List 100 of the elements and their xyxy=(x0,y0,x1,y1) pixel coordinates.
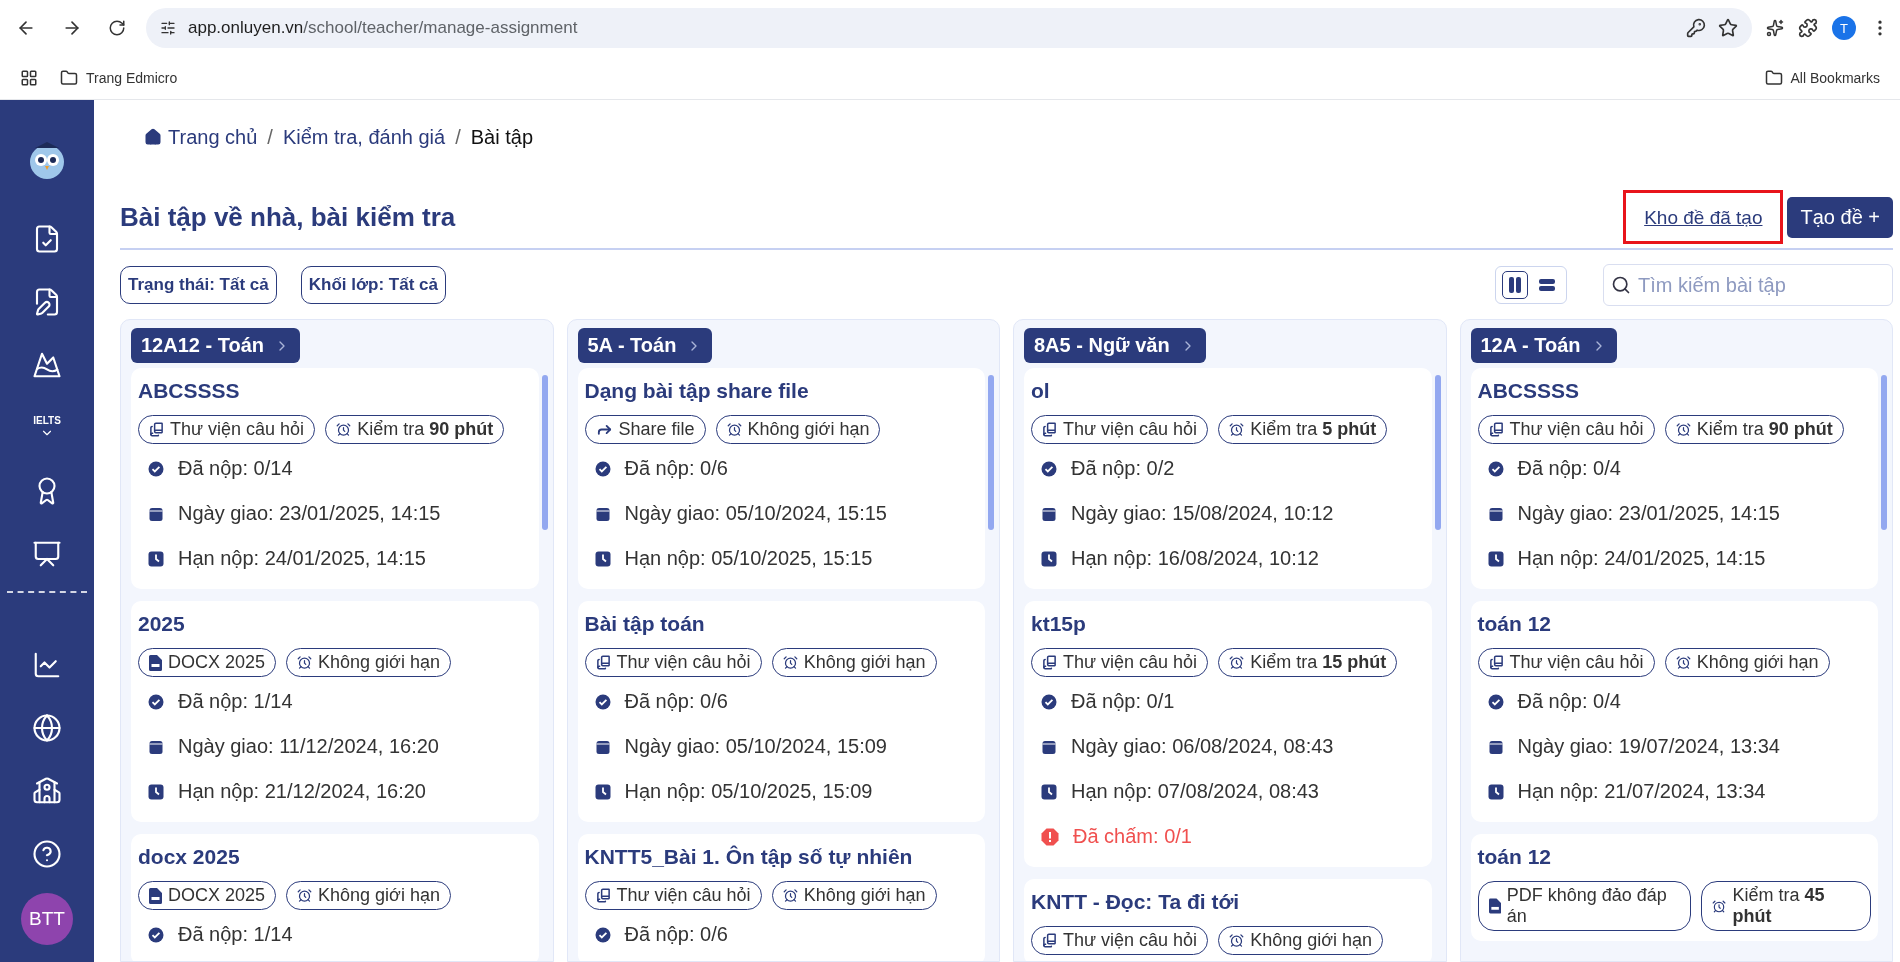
list-icon xyxy=(1539,279,1555,291)
assignment-card[interactable]: ABCSSSS Thư viện câu hỏi Kiểm tra 90 phút Đã nộp: 0/4 Ngày giao: 23/01/2025, 14:15 Hạn nộp: 24/01/2025, 14:15 xyxy=(1470,368,1878,589)
current-page-label: Bài tập xyxy=(470,125,534,149)
check-circle-icon xyxy=(594,693,611,710)
alarm-clock-icon xyxy=(1675,655,1691,670)
key-icon[interactable] xyxy=(1686,18,1706,38)
calendar-icon xyxy=(1487,738,1504,755)
assignment-card[interactable]: Bài tập toán Thư viện câu hỏi Không giới hạn Đã nộp: 0/6 Ngày giao: 05/10/2024, 15:09 Hạn nộp: 05/10/2025, 15:09 xyxy=(577,601,985,822)
scrollbar-thumb[interactable] xyxy=(1881,375,1887,530)
class-button[interactable]: 12A - Toán xyxy=(1470,328,1617,363)
clock-icon xyxy=(594,783,611,800)
class-button[interactable]: 8A5 - Ngữ văn xyxy=(1024,328,1206,363)
assignment-card[interactable]: 2025 DOCX 2025 Không giới hạn Đã nộp: 1/14 Ngày giao: 11/12/2024, 16:20 Hạn nộp: 21/12/2024, 16:20 xyxy=(131,601,539,822)
filter-button[interactable]: Khối lớp: Tất cả xyxy=(300,266,446,304)
books-icon xyxy=(1042,933,1057,948)
assignment-stat: Ngày giao: 05/10/2024, 15:15 xyxy=(624,502,887,525)
home-icon xyxy=(144,128,162,146)
assignment-stat: Hạn nộp: 05/10/2025, 15:09 xyxy=(624,780,873,803)
books-icon xyxy=(595,655,611,670)
bookmark-link[interactable]: Trang Edmicro xyxy=(60,68,178,87)
assignment-card[interactable]: KNTT - Đọc: Ta đi tới Thư viện câu hỏi Không giới hạn xyxy=(1024,879,1432,961)
check-circle-icon xyxy=(148,460,164,477)
assignment-title: ol xyxy=(1031,379,1051,403)
assignment-card[interactable]: Dạng bài tập share file Share file Không giới hạn Đã nộp: 0/6 Ngày giao: 05/10/2024, 15:15 Hạn nộp: 05/10/2025, 15:15 xyxy=(577,368,985,589)
assignment-stat: Đã chấm: 0/1 xyxy=(1073,825,1192,848)
assignment-stat: Đã nộp: 0/6 xyxy=(624,923,728,946)
scrollbar-thumb[interactable] xyxy=(541,375,548,530)
user-avatar[interactable]: BTT xyxy=(21,893,73,945)
site-settings-icon[interactable] xyxy=(160,20,176,36)
assignment-card[interactable]: toán 12 Thư viện câu hỏi Không giới hạn Đã nộp: 0/4 Ngày giao: 19/07/2024, 13:34 Hạn nộp: 21/07/2024, 13:34 xyxy=(1470,601,1878,822)
check-circle-icon xyxy=(1041,693,1057,710)
assignment-stat: Hạn nộp: 16/08/2024, 10:12 xyxy=(1071,547,1319,570)
check-circle-icon xyxy=(594,460,611,477)
assignment-card[interactable]: kt15p Thư viện câu hỏi Kiểm tra 15 phút Đã nộp: 0/1 Ngày giao: 06/08/2024, 08:43 Hạn nộp: 07/08/2024, 08:43 Đã chấm: 0/1 xyxy=(1024,601,1432,867)
all-bookmarks-link[interactable]: All Bookmarks xyxy=(1764,68,1880,87)
assignment-stat: Hạn nộp: 21/12/2024, 16:20 xyxy=(178,780,426,803)
sidebar-item[interactable]: IELTS xyxy=(17,396,77,459)
assignment-title: kt15p xyxy=(1031,612,1087,636)
breadcrumb-link[interactable]: Trang chủ xyxy=(144,125,258,149)
bookmark-star-icon[interactable] xyxy=(1718,18,1738,38)
folder-icon xyxy=(1764,68,1783,87)
created-tests-link[interactable]: Kho đề đã tạo xyxy=(1623,190,1784,244)
assignment-card[interactable]: docx 2025 DOCX 2025 Không giới hạn Đã nộp: 1/14 xyxy=(131,834,539,961)
alarm-clock-icon xyxy=(726,422,742,437)
assignment-title: KNTT5_Bài 1. Ôn tập số tự nhiên xyxy=(584,845,914,869)
school-icon xyxy=(32,775,62,806)
clock-icon xyxy=(148,783,164,800)
books-icon xyxy=(1042,655,1057,670)
assignment-title: toán 12 xyxy=(1477,612,1553,636)
address-bar[interactable]: app.onluyen.vn/school/teacher/manage-assignment xyxy=(146,8,1752,48)
globe-icon xyxy=(32,712,62,743)
assignment-stat: Hạn nộp: 24/01/2025, 14:15 xyxy=(1517,547,1766,570)
assignment-stat: Ngày giao: 06/08/2024, 08:43 xyxy=(1071,735,1334,758)
owl-logo xyxy=(27,139,67,180)
extensions-icon[interactable] xyxy=(1798,18,1818,38)
assignment-tag: PDF không đảo đáp án xyxy=(1477,881,1692,931)
calendar-icon xyxy=(1487,505,1504,522)
calendar-icon xyxy=(1041,738,1057,755)
assignment-stat: Ngày giao: 05/10/2024, 15:09 xyxy=(624,735,887,758)
class-button[interactable]: 12A12 - Toán xyxy=(131,328,300,363)
alarm-clock-icon xyxy=(1229,933,1245,948)
breadcrumb-link[interactable]: Kiểm tra, đánh giá xyxy=(282,125,446,149)
alarm-clock-icon xyxy=(1229,655,1245,670)
sparkle-icon[interactable] xyxy=(1766,19,1784,37)
assignment-card[interactable]: ABCSSSS Thư viện câu hỏi Kiểm tra 90 phút Đã nộp: 0/14 Ngày giao: 23/01/2025, 14:15 Hạn nộp: 24/01/2025, 14:15 xyxy=(131,368,539,589)
assignment-card[interactable]: ol Thư viện câu hỏi Kiểm tra 5 phút Đã nộp: 0/2 Ngày giao: 15/08/2024, 10:12 Hạn nộp: 16/08/2024, 10:12 xyxy=(1024,368,1432,589)
filter-button[interactable]: Trạng thái: Tất cả xyxy=(120,266,277,304)
ielts-label: IELTS xyxy=(33,415,61,426)
assignment-card[interactable]: KNTT5_Bài 1. Ôn tập số tự nhiên Thư viện câu hỏi Không giới hạn Đã nộp: 0/6 xyxy=(577,834,985,961)
assignment-stat: Đã nộp: 0/6 xyxy=(624,690,728,713)
breadcrumb-separator: / xyxy=(267,125,273,149)
profile-avatar[interactable]: T xyxy=(1832,16,1856,40)
assignment-stat: Ngày giao: 19/07/2024, 13:34 xyxy=(1517,735,1780,758)
reload-icon xyxy=(108,19,126,37)
class-button[interactable]: 5A - Toán xyxy=(577,328,713,363)
calendar-icon xyxy=(148,738,164,755)
assignment-title: ABCSSSS xyxy=(1477,379,1581,403)
calendar-icon xyxy=(1041,505,1057,522)
assignment-stat: Hạn nộp: 07/08/2024, 08:43 xyxy=(1071,780,1319,803)
assignment-stat: Đã nộp: 0/6 xyxy=(624,457,728,480)
alarm-clock-icon xyxy=(297,655,313,670)
alarm-clock-icon xyxy=(1675,422,1691,437)
books-icon xyxy=(595,888,611,903)
alarm-clock-icon xyxy=(782,655,798,670)
clock-icon xyxy=(594,550,611,567)
alarm-clock-icon xyxy=(297,888,313,903)
apps-icon[interactable] xyxy=(20,68,38,87)
assignment-stat: Đã nộp: 0/4 xyxy=(1517,690,1621,713)
scrollbar-thumb[interactable] xyxy=(988,375,994,530)
create-test-button[interactable]: Tạo đề + xyxy=(1787,196,1893,238)
scrollbar-thumb[interactable] xyxy=(1434,375,1441,530)
alert-icon xyxy=(1041,827,1059,846)
books-icon xyxy=(149,422,164,437)
search-field[interactable]: Tìm kiếm bài tập xyxy=(1603,264,1893,306)
assignment-title: Dạng bài tập share file xyxy=(584,379,810,403)
assignment-stat: Ngày giao: 11/12/2024, 16:20 xyxy=(178,735,439,758)
clock-icon xyxy=(1487,783,1504,800)
assignment-card[interactable]: toán 12 PDF không đảo đáp án Kiểm tra 45 phút xyxy=(1470,834,1878,941)
column-view-button[interactable] xyxy=(1502,271,1528,299)
books-icon xyxy=(1042,422,1057,437)
